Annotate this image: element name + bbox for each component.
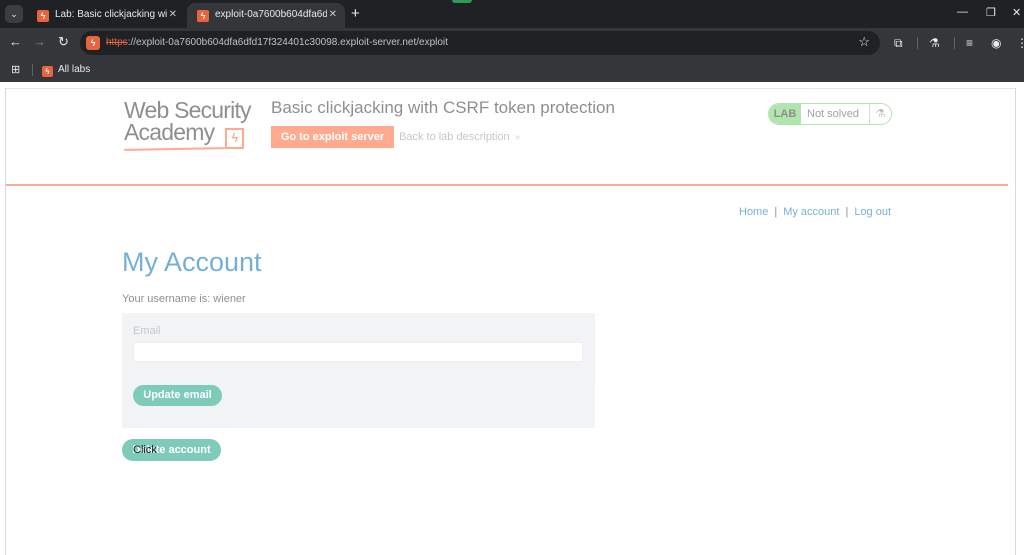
- bookmark-star-icon[interactable]: ☆: [858, 34, 870, 50]
- url-text[interactable]: https://exploit-0a7600b604dfa6dfd17f3244…: [106, 31, 448, 55]
- lab-state: Not solved: [807, 108, 859, 120]
- portswigger-icon: ϟ: [197, 10, 209, 22]
- back-to-lab-description-link[interactable]: Back to lab description »: [399, 126, 520, 149]
- lab-title: Basic clickjacking with CSRF token prote…: [271, 98, 615, 117]
- web-security-academy-logo[interactable]: Web Security Academy ϟ: [123, 99, 252, 151]
- tab-lab[interactable]: ϟ Lab: Basic clickjacking with CSRF ✕: [27, 3, 185, 28]
- update-email-button[interactable]: Update email: [133, 385, 222, 406]
- portswigger-icon: ϟ: [37, 10, 49, 22]
- back-link-label: Back to lab description: [399, 131, 510, 143]
- profile-icon[interactable]: ◉: [991, 35, 1001, 51]
- update-email-form: Email Update email: [122, 313, 595, 428]
- browser-toolbar: ← → ↻ ϟ https://exploit-0a7600b604dfa6df…: [0, 28, 1024, 58]
- tab-strip: ⌄ ϟ Lab: Basic clickjacking with CSRF ✕ ϟ…: [0, 0, 1024, 28]
- nav-separator: |: [845, 206, 849, 218]
- tab-title: exploit-0a7600b604dfa6dfd17f: [215, 9, 327, 20]
- apps-grid-icon[interactable]: ⊞: [11, 63, 20, 76]
- nav-home-link[interactable]: Home: [739, 206, 768, 218]
- email-label: Email: [133, 325, 161, 337]
- bookmark-label: All labs: [58, 64, 91, 75]
- bookmark-all-labs[interactable]: ϟ All labs: [42, 58, 90, 82]
- nav-my-account-link[interactable]: My account: [783, 206, 839, 218]
- nav-log-out-link[interactable]: Log out: [854, 206, 891, 218]
- logo-underline: [123, 147, 226, 151]
- nav-separator: |: [774, 206, 778, 218]
- account-nav: Home | My account | Log out: [739, 206, 891, 218]
- forward-arrow-icon[interactable]: →: [33, 34, 46, 50]
- bookmarks-divider: [32, 64, 33, 76]
- lab-tag: LAB: [769, 104, 801, 124]
- portswigger-icon: ϟ: [42, 66, 53, 77]
- site-info-icon[interactable]: ϟ: [86, 36, 100, 50]
- framed-target-page: Web Security Academy ϟ Basic clickjackin…: [0, 82, 1024, 555]
- bookmarks-bar: ⊞ ϟ All labs: [0, 58, 1024, 82]
- close-icon[interactable]: ✕: [169, 3, 177, 27]
- decoy-click-text[interactable]: Click: [133, 444, 157, 456]
- media-controls-icon[interactable]: ≡: [966, 35, 973, 51]
- flask-icon: ⚗: [869, 104, 891, 124]
- tab-exploit[interactable]: ϟ exploit-0a7600b604dfa6dfd17f ✕: [187, 3, 345, 28]
- email-field[interactable]: [133, 342, 583, 362]
- address-bar[interactable]: ϟ https://exploit-0a7600b604dfa6dfd17f32…: [80, 31, 880, 55]
- labs-flask-icon[interactable]: ⚗: [929, 35, 940, 51]
- page-title: My Account: [122, 247, 262, 277]
- reload-icon[interactable]: ↻: [58, 34, 69, 50]
- lightning-bolt-icon: ϟ: [225, 128, 244, 149]
- minimize-icon[interactable]: —: [957, 6, 968, 18]
- window-close-icon[interactable]: ✕: [1012, 6, 1021, 19]
- toolbar-divider: [917, 37, 918, 49]
- media-indicator: [452, 0, 472, 3]
- extensions-icon[interactable]: ⧉: [894, 35, 903, 51]
- maximize-icon[interactable]: ❐: [986, 6, 996, 19]
- lab-status-badge: LAB Not solved ⚗: [768, 103, 892, 125]
- url-scheme: https: [106, 37, 128, 48]
- tab-search-menu-icon[interactable]: ⌄: [5, 5, 23, 23]
- close-icon[interactable]: ✕: [329, 3, 337, 27]
- more-menu-icon[interactable]: ⋮: [1016, 35, 1024, 51]
- toolbar-divider: [954, 37, 955, 49]
- username-text: Your username is: wiener: [122, 293, 246, 305]
- url-rest: ://exploit-0a7600b604dfa6dfd17f324401c30…: [127, 37, 448, 48]
- new-tab-button[interactable]: +: [351, 5, 360, 22]
- back-arrow-icon[interactable]: ←: [9, 34, 22, 50]
- page-viewport: Web Security Academy ϟ Basic clickjackin…: [0, 82, 1024, 555]
- tab-title: Lab: Basic clickjacking with CSRF: [55, 9, 167, 20]
- go-to-exploit-server-button[interactable]: Go to exploit server: [271, 126, 394, 148]
- double-chevron-icon: »: [514, 132, 521, 143]
- header-divider: [6, 184, 1008, 186]
